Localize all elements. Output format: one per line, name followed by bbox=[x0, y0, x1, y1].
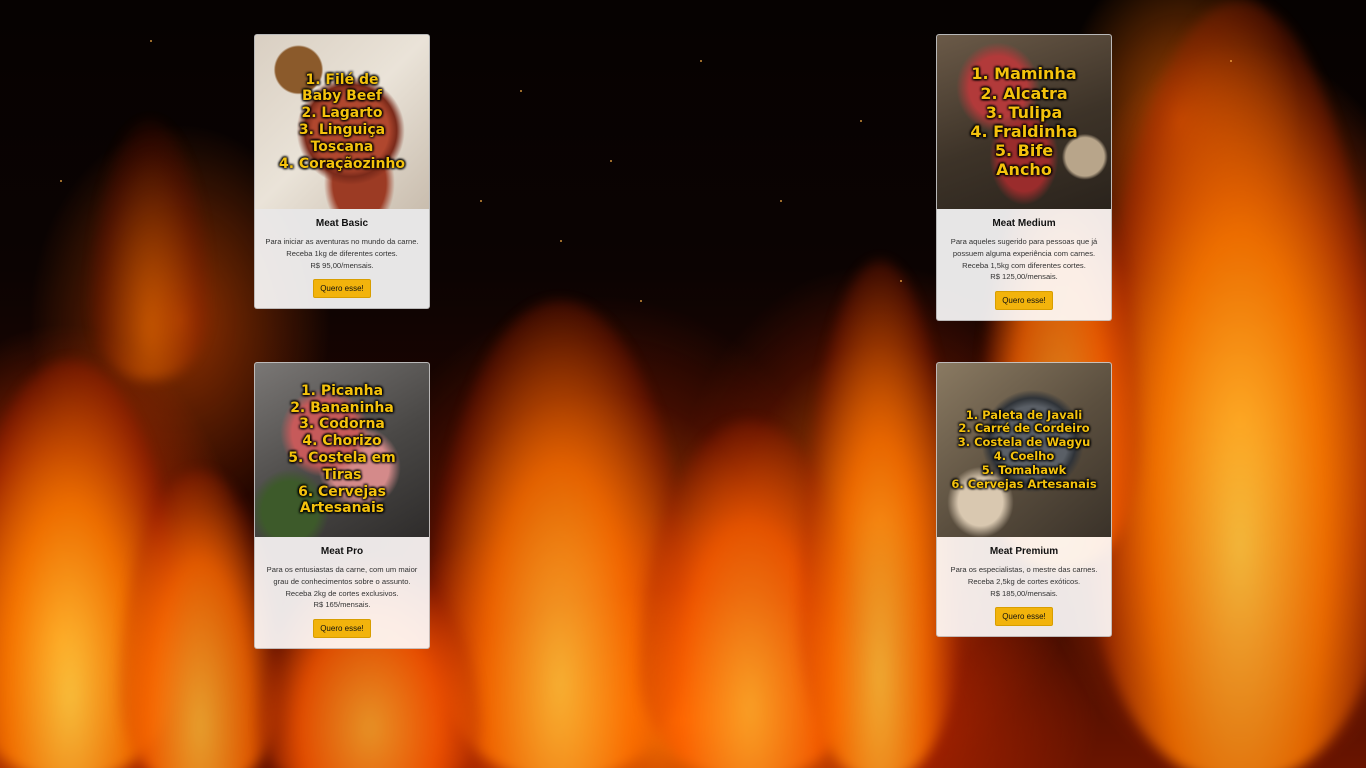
plan-image-pro: 1. Picanha 2. Bananinha 3. Codorna 4. Ch… bbox=[255, 363, 429, 537]
image-line: Tiras bbox=[322, 466, 362, 483]
image-line: Ancho bbox=[996, 160, 1052, 180]
image-line: 5. Costela em bbox=[288, 450, 396, 466]
plan-image-medium: 1. Maminha 2. Alcatra 3. Tulipa 4. Frald… bbox=[937, 35, 1111, 209]
image-line: Artesanais bbox=[299, 500, 385, 517]
image-line: 4. Coraçãozinho bbox=[278, 155, 406, 172]
image-line: 4. Coelho bbox=[993, 449, 1055, 463]
plan-description: Para os entusiastas da carne, com um mai… bbox=[265, 564, 419, 611]
plan-title: Meat Basic bbox=[315, 218, 369, 229]
plan-image-premium: 1. Paleta de Javali 2. Carré de Cordeiro… bbox=[937, 363, 1111, 537]
image-line: 2. Alcatra bbox=[980, 83, 1068, 103]
plan-card-premium: 1. Paleta de Javali 2. Carré de Cordeiro… bbox=[936, 362, 1112, 638]
image-line: 4. Chorizo bbox=[302, 433, 382, 450]
choose-plan-button[interactable]: Quero esse! bbox=[313, 279, 371, 299]
plan-price: R$ 95,00/mensais. bbox=[310, 260, 374, 270]
plan-price: R$ 125,00/mensais. bbox=[990, 272, 1058, 282]
plan-description: Para iniciar as aventuras no mundo da ca… bbox=[265, 236, 419, 271]
plan-card-medium: 1. Maminha 2. Alcatra 3. Tulipa 4. Frald… bbox=[936, 34, 1112, 322]
image-line: 6. Cervejas Artesanais bbox=[951, 476, 1097, 491]
plan-description-text: Para iniciar as aventuras no mundo da ca… bbox=[265, 237, 419, 258]
image-line: 3. Tulipa bbox=[985, 102, 1063, 122]
plan-title: Meat Pro bbox=[320, 546, 364, 557]
plan-description-text: Para aqueles sugerido para pessoas que j… bbox=[950, 237, 1098, 270]
image-line: Baby Beef bbox=[302, 88, 382, 105]
image-line: 1. Filé de bbox=[305, 71, 379, 88]
choose-plan-button[interactable]: Quero esse! bbox=[313, 619, 371, 639]
image-line: Toscana bbox=[310, 138, 374, 155]
plan-image-basic: 1. Filé de Baby Beef 2. Lagarto 3. Lingu… bbox=[255, 35, 429, 209]
image-line: 1. Maminha bbox=[971, 64, 1077, 84]
choose-plan-button[interactable]: Quero esse! bbox=[995, 607, 1053, 627]
image-line: 4. Fraldinha bbox=[970, 122, 1078, 141]
image-line: 6. Cervejas bbox=[298, 483, 386, 500]
image-line: 2. Bananinha bbox=[290, 399, 394, 416]
image-line: 3. Costela de Wagyu bbox=[957, 435, 1091, 450]
plan-description: Para aqueles sugerido para pessoas que j… bbox=[947, 236, 1101, 283]
plan-title: Meat Premium bbox=[989, 546, 1059, 557]
image-line: 5. Bife bbox=[994, 141, 1054, 161]
plan-card-pro: 1. Picanha 2. Bananinha 3. Codorna 4. Ch… bbox=[254, 362, 430, 650]
plan-description: Para os especialistas, o mestre das carn… bbox=[947, 564, 1101, 599]
plan-card-basic: 1. Filé de Baby Beef 2. Lagarto 3. Lingu… bbox=[254, 34, 430, 310]
plan-title: Meat Medium bbox=[992, 218, 1056, 229]
plan-description-text: Para os especialistas, o mestre das carn… bbox=[950, 565, 1098, 586]
plan-description-text: Para os entusiastas da carne, com um mai… bbox=[266, 565, 418, 598]
plan-price: R$ 185,00/mensais. bbox=[990, 588, 1058, 598]
choose-plan-button[interactable]: Quero esse! bbox=[995, 291, 1053, 311]
plan-price: R$ 165/mensais. bbox=[313, 600, 371, 610]
image-line: 3. Linguiça bbox=[298, 122, 386, 138]
image-line: 1. Picanha bbox=[300, 382, 384, 399]
image-line: 3. Codorna bbox=[299, 416, 385, 433]
image-line: 5. Tomahawk bbox=[981, 462, 1067, 477]
image-line: 2. Lagarto bbox=[301, 105, 383, 122]
